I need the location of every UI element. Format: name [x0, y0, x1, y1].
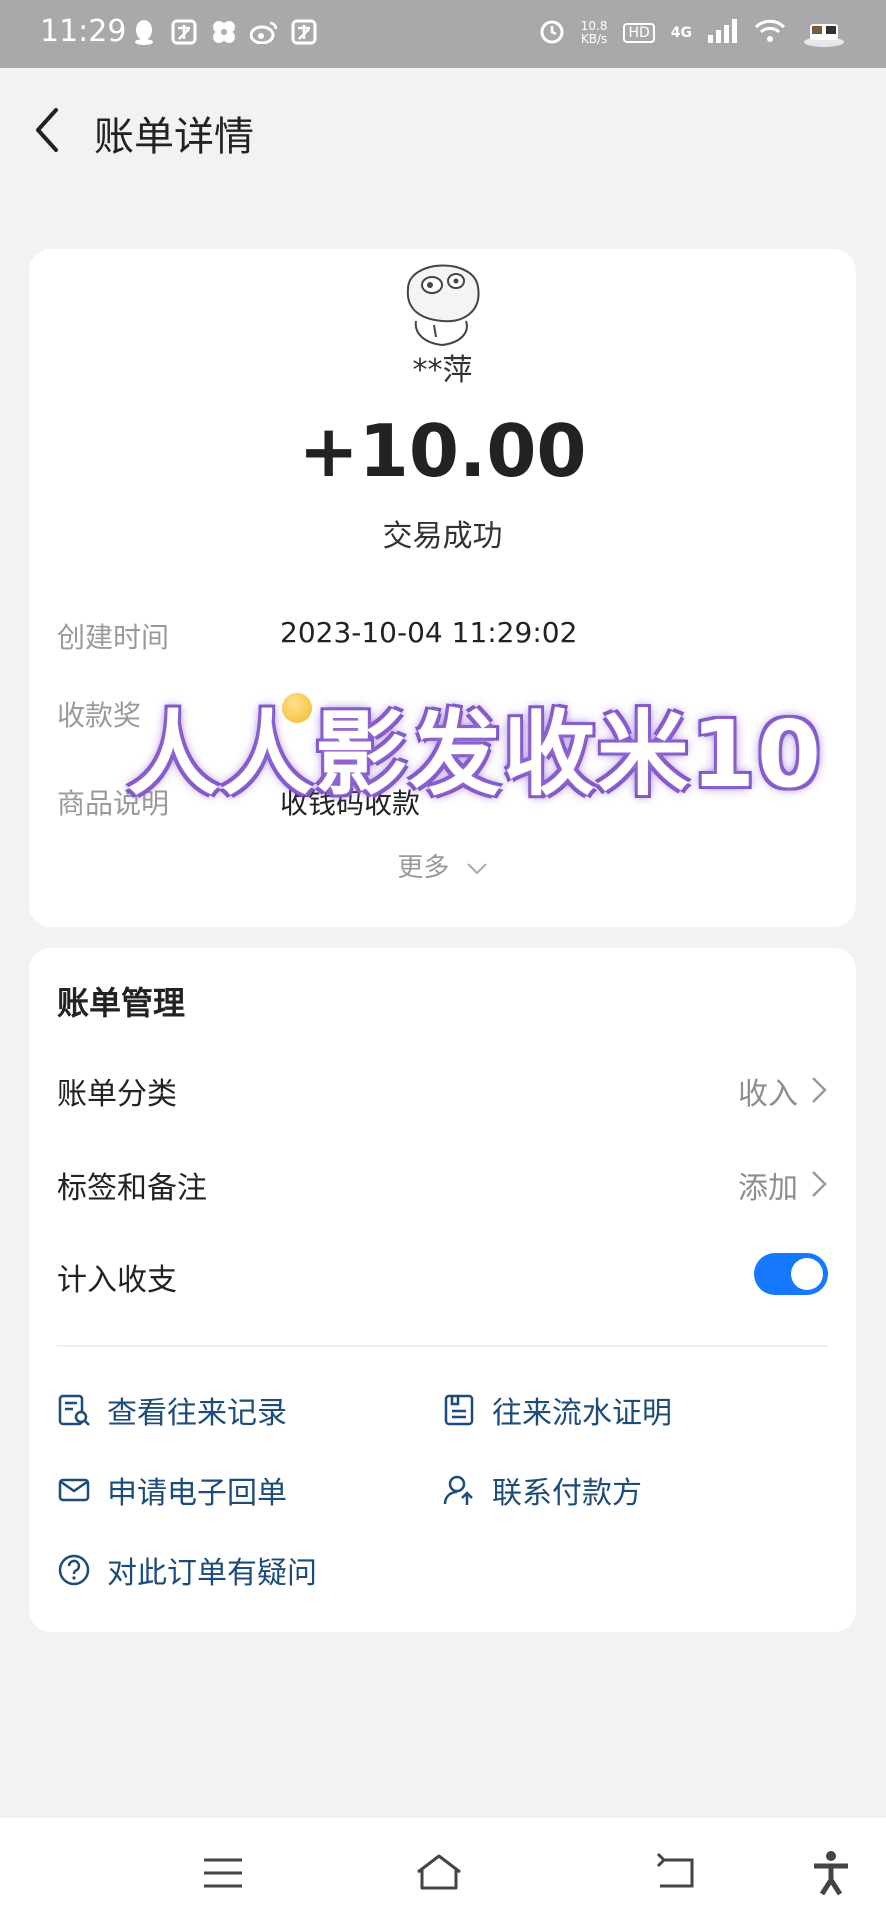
more-button[interactable]: 更多 — [29, 847, 856, 884]
avatar-icon — [802, 14, 846, 52]
signal-icon — [708, 19, 738, 47]
bill-category-row[interactable]: 账单分类 收入 — [57, 1061, 828, 1117]
chevron-right-icon — [812, 1077, 827, 1103]
back-chevron-icon[interactable] — [28, 104, 68, 156]
detail-value: 2023-10-04 11:29:02 — [280, 616, 578, 649]
chevron-down-icon — [466, 863, 487, 875]
payer-avatar[interactable] — [394, 249, 491, 346]
transaction-status: 交易成功 — [382, 519, 503, 554]
contact-payer-button[interactable]: 联系付款方 — [442, 1465, 642, 1515]
speed-unit: KB/s — [580, 32, 608, 46]
record-search-icon — [58, 1394, 90, 1426]
section-title: 账单管理 — [57, 984, 186, 1022]
fan-icon — [210, 18, 238, 46]
status-bar: 11:29 10.8 KB/s HD 4G — [0, 0, 886, 68]
action-label: 申请电子回单 — [107, 1476, 287, 1511]
accessibility-icon[interactable] — [806, 1848, 856, 1898]
transaction-amount: +10.00 — [298, 409, 587, 493]
page-title: 账单详情 — [94, 114, 254, 160]
status-system-icons: 10.8 KB/s HD 4G — [539, 14, 846, 52]
app-icon — [290, 18, 318, 46]
app-icon — [170, 18, 198, 46]
contact-user-icon — [443, 1475, 473, 1505]
status-time: 11:29 — [40, 14, 127, 49]
qq-icon — [130, 18, 158, 46]
statement-proof-button[interactable]: 往来流水证明 — [442, 1385, 672, 1435]
action-label: 查看往来记录 — [107, 1396, 287, 1431]
e-receipt-button[interactable]: 申请电子回单 — [57, 1465, 287, 1515]
avatar-image — [395, 250, 489, 346]
alarm-icon — [539, 18, 565, 48]
chevron-right-icon — [812, 1171, 827, 1197]
divider — [57, 1345, 828, 1347]
action-label: 往来流水证明 — [492, 1396, 672, 1431]
include-income-row: 计入收支 — [57, 1247, 828, 1303]
toggle-knob — [791, 1258, 823, 1290]
include-income-toggle[interactable] — [754, 1253, 828, 1295]
transaction-card: **萍 +10.00 交易成功 创建时间 2023-10-04 11:29:02… — [29, 249, 856, 927]
home-icon[interactable] — [414, 1848, 464, 1898]
wifi-icon — [754, 19, 786, 47]
row-label: 标签和备注 — [57, 1171, 207, 1206]
action-label: 对此订单有疑问 — [107, 1556, 317, 1591]
network-type: 4G — [670, 25, 692, 41]
watermark-overlay: 人人影发收米10 — [127, 701, 824, 808]
question-icon — [58, 1554, 90, 1586]
row-label: 计入收支 — [57, 1263, 177, 1298]
row-value: 收入 — [738, 1077, 798, 1112]
menu-icon[interactable] — [198, 1848, 248, 1898]
view-records-button[interactable]: 查看往来记录 — [57, 1385, 287, 1435]
row-label: 账单分类 — [57, 1077, 177, 1112]
tags-notes-row[interactable]: 标签和备注 添加 — [57, 1155, 828, 1211]
row-value: 添加 — [738, 1171, 798, 1206]
bill-management-card: 账单管理 账单分类 收入 标签和备注 添加 计入收支 查看往来记录 往来流水证明 — [29, 948, 856, 1632]
action-label: 联系付款方 — [492, 1476, 642, 1511]
network-speed: 10.8 KB/s — [581, 20, 608, 46]
hd-badge: HD — [623, 23, 655, 43]
status-notification-icons — [130, 18, 318, 46]
order-question-button[interactable]: 对此订单有疑问 — [57, 1545, 317, 1595]
back-icon[interactable] — [650, 1848, 700, 1898]
mail-icon — [58, 1478, 90, 1502]
payer-name: **萍 — [412, 353, 473, 388]
system-nav-bar — [0, 1818, 886, 1920]
detail-label: 创建时间 — [57, 621, 170, 654]
more-label: 更多 — [397, 853, 450, 883]
statement-icon — [444, 1394, 474, 1426]
weibo-icon — [250, 18, 278, 46]
app-header: 账单详情 — [0, 68, 886, 188]
